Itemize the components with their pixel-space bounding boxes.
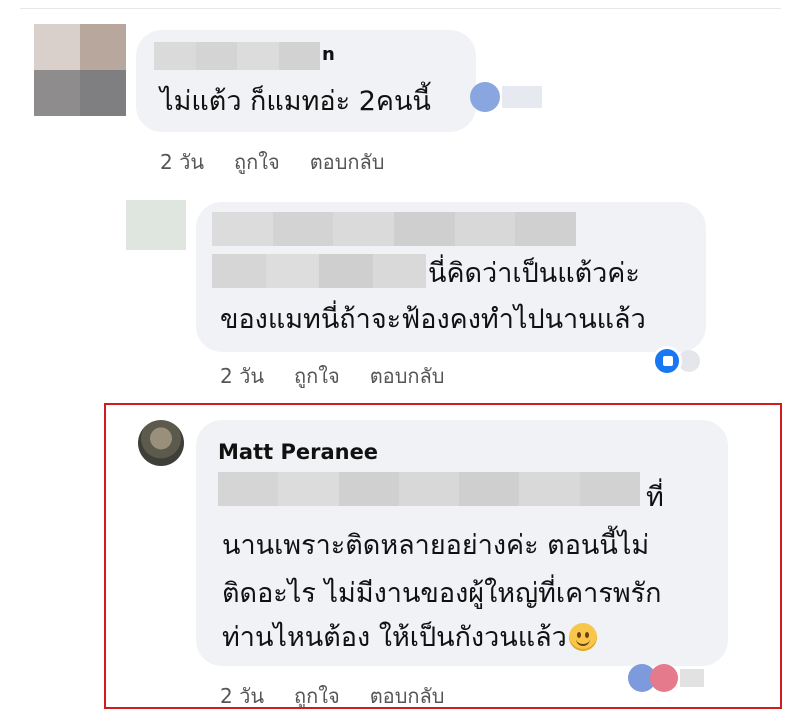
comment-text: ของแมทนี่ถ้าจะฟ้องคงทำไปนานแล้ว bbox=[220, 304, 646, 335]
avatar-blurred[interactable] bbox=[126, 200, 186, 250]
timestamp[interactable]: 2 วัน bbox=[160, 146, 204, 178]
comment-actions-2: 2 วัน ถูกใจ ตอบกลับ bbox=[220, 360, 444, 392]
reaction-badge[interactable] bbox=[652, 346, 700, 376]
avatar-matt-peranee[interactable] bbox=[138, 420, 184, 466]
like-link[interactable]: ถูกใจ bbox=[294, 360, 340, 392]
timestamp[interactable]: 2 วัน bbox=[220, 680, 264, 712]
avatar-blurred[interactable] bbox=[34, 24, 126, 116]
love-reaction-icon bbox=[650, 664, 678, 692]
like-link[interactable]: ถูกใจ bbox=[294, 680, 340, 712]
smiling-face-emoji-icon bbox=[568, 623, 597, 651]
comment-text: ไม่แต้ว ก็แมทอ่ะ 2คนนี้ bbox=[160, 86, 431, 117]
blurred-author-name bbox=[154, 42, 320, 70]
author-name-fragment: n bbox=[322, 44, 335, 65]
comment-text-line: ท่านไหนต้อง ให้เป็นกังวนแล้ว bbox=[222, 622, 567, 653]
comment-text: ที่ bbox=[646, 482, 664, 513]
like-reaction-icon bbox=[652, 346, 682, 376]
comment-text: ท่านไหนต้อง ให้เป็นกังวนแล้ว bbox=[222, 622, 597, 654]
blurred-text bbox=[218, 472, 640, 506]
blurred-text bbox=[212, 212, 577, 246]
reply-link[interactable]: ตอบกลับ bbox=[370, 680, 445, 712]
reply-link[interactable]: ตอบกลับ bbox=[310, 146, 385, 178]
comment-text: นานเพราะติดหลายอย่างค่ะ ตอนนี้ไม่ bbox=[222, 530, 650, 561]
comment-text: นี่คิดว่าเป็นแต้วค่ะ bbox=[428, 258, 640, 289]
comment-actions-3: 2 วัน ถูกใจ ตอบกลับ bbox=[220, 680, 444, 712]
blurred-text bbox=[212, 254, 426, 288]
timestamp[interactable]: 2 วัน bbox=[220, 360, 264, 392]
comment-text: ติดอะไร ไม่มีงานของผู้ใหญ่ที่เคารพรัก bbox=[222, 578, 662, 609]
like-link[interactable]: ถูกใจ bbox=[234, 146, 280, 178]
reaction-badge[interactable] bbox=[628, 664, 704, 692]
reaction-badge[interactable] bbox=[470, 82, 542, 112]
comment-actions-1: 2 วัน ถูกใจ ตอบกลับ bbox=[160, 146, 384, 178]
like-reaction-icon bbox=[470, 82, 500, 112]
author-name[interactable]: Matt Peranee bbox=[218, 440, 378, 464]
top-divider bbox=[20, 8, 781, 9]
reply-link[interactable]: ตอบกลับ bbox=[370, 360, 445, 392]
